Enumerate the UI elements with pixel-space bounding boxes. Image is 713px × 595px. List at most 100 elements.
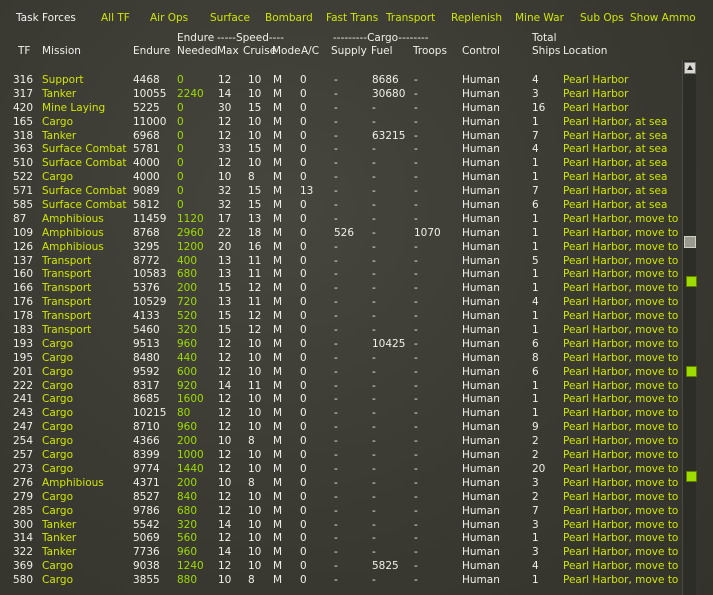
cell-mission[interactable]: Amphibious — [42, 241, 132, 253]
table-row[interactable]: 300 Tanker 5542 320 14 10 M 0 - - - Human 3 Pearl Har… — [0, 519, 682, 533]
table-row[interactable]: 166 Transport 5376 200 15 12 M 0 - - - Human 1 Pearl … — [0, 282, 682, 296]
cell-mission[interactable]: Surface Combat — [42, 185, 132, 197]
table-row[interactable]: 285 Cargo 9786 680 12 10 M 0 - - - Human 7 Pearl Harb… — [0, 505, 682, 519]
cell-location[interactable]: Pearl Harbor, move to — [563, 505, 678, 517]
table-row[interactable]: 363 Surface Combat 5781 0 33 15 M 0 - - - Human 4 Pea… — [0, 143, 682, 157]
cell-location[interactable]: Pearl Harbor, move to — [563, 463, 678, 475]
table-row[interactable]: 160 Transport 10583 680 13 11 M 0 - - - Human 1 Pearl… — [0, 268, 682, 282]
cell-mission[interactable]: Cargo — [42, 171, 132, 183]
menu-air-ops[interactable]: Air Ops — [150, 12, 188, 24]
cell-mission[interactable]: Cargo — [42, 560, 132, 572]
cell-mission[interactable]: Amphibious — [42, 227, 132, 239]
table-row[interactable]: 176 Transport 10529 720 13 11 M 0 - - - Human 4 Pearl… — [0, 296, 682, 310]
cell-mission[interactable]: Cargo — [42, 505, 132, 517]
table-row[interactable]: 322 Tanker 7736 960 14 10 M 0 - - - Human 3 Pearl Har… — [0, 546, 682, 560]
menu-show-ammo[interactable]: Show Ammo — [630, 12, 696, 24]
cell-location[interactable]: Pearl Harbor, move to — [563, 366, 678, 378]
cell-mission[interactable]: Cargo — [42, 116, 132, 128]
table-row[interactable]: 273 Cargo 9774 1440 12 10 M 0 - - - Human 20 Pearl Ha… — [0, 463, 682, 477]
cell-mission[interactable]: Transport — [42, 282, 132, 294]
cell-location[interactable]: Pearl Harbor, move to — [563, 338, 678, 350]
cell-location[interactable]: Pearl Harbor, move to — [563, 393, 678, 405]
table-row[interactable]: 317 Tanker 10055 2240 14 10 M 0-30680- Human 3 Pea… — [0, 88, 682, 102]
cell-location[interactable]: Pearl Harbor, move to — [563, 519, 678, 531]
cell-mission[interactable]: Transport — [42, 255, 132, 267]
table-row[interactable]: 420 Mine Laying 5225 0 30 15 M 0 - - - Human 16 Pearl… — [0, 102, 682, 116]
cell-location[interactable]: Pearl Harbor, at sea — [563, 116, 678, 128]
cell-location[interactable]: Pearl Harbor, move to — [563, 407, 678, 419]
cell-location[interactable]: Pearl Harbor, at sea — [563, 199, 678, 211]
cell-mission[interactable]: Cargo — [42, 574, 132, 586]
header-tf[interactable]: TF — [18, 45, 30, 57]
cell-mission[interactable]: Surface Combat — [42, 143, 132, 155]
cell-mission[interactable]: Amphibious — [42, 213, 132, 225]
cell-location[interactable]: Pearl Harbor, move to — [563, 296, 678, 308]
cell-mission[interactable]: Cargo — [42, 435, 132, 447]
cell-location[interactable]: Pearl Harbor, move to — [563, 574, 678, 586]
cell-mission[interactable]: Transport — [42, 310, 132, 322]
cell-location[interactable]: Pearl Harbor, at sea — [563, 171, 678, 183]
table-row[interactable]: 195 Cargo 8480 440 12 10 M 0 - - - Human 8 Pearl Harb… — [0, 352, 682, 366]
table-row[interactable]: 316 Support 4468 0 12 10 M 0 - 8686 - Human 4 Pearl H… — [0, 74, 682, 88]
cell-location[interactable]: Pearl Harbor, move to — [563, 449, 678, 461]
table-row[interactable]: 585 Surface Combat 5812 0 32 15 M 0 - - - Human 6 Pea… — [0, 199, 682, 213]
cell-mission[interactable]: Mine Laying — [42, 102, 132, 114]
header-troops[interactable]: Troops — [413, 45, 447, 57]
menu-all-tf[interactable]: All TF — [101, 12, 130, 24]
table-row[interactable]: 126 Amphibious 3295 1200 20 16 M 0 - - - Human 1 Pear… — [0, 241, 682, 255]
header-ac[interactable]: A/C — [301, 45, 319, 57]
cell-location[interactable]: Pearl Harbor, move to — [563, 380, 678, 392]
cell-location[interactable]: Pearl Harbor, move to — [563, 435, 678, 447]
cell-mission[interactable]: Tanker — [42, 88, 132, 100]
cell-location[interactable]: Pearl Harbor, move to — [563, 282, 678, 294]
cell-location[interactable]: Pearl Harbor — [563, 102, 678, 114]
menu-surface[interactable]: Surface — [210, 12, 250, 24]
table-row[interactable]: 369 Cargo 9038 1240 12 10 M 0 - 5825 - Human 4 Pearl … — [0, 560, 682, 574]
table-row[interactable]: 510 Surface Combat 4000 0 12 10 M 0 - - - Human 1 Pea… — [0, 157, 682, 171]
table-row[interactable]: 571 Surface Combat 9089 0 32 15 M 13 - - - Human 7 Pe… — [0, 185, 682, 199]
cell-location[interactable]: Pearl Harbor, at sea — [563, 143, 678, 155]
table-row[interactable]: 318 Tanker 6968 0 12 10 M 0-63215- Human 7 Pearl H… — [0, 130, 682, 144]
header-supply[interactable]: Supply — [331, 45, 367, 57]
cell-location[interactable]: Pearl Harbor, move to — [563, 477, 678, 489]
cell-mission[interactable]: Cargo — [42, 421, 132, 433]
table-row[interactable]: 522 Cargo 4000 0 10 8 M 0 - - - Human 1 Pearl Harbor,… — [0, 171, 682, 185]
table-row[interactable]: 222 Cargo 8317 920 14 11 M 0 - - - Human 1 Pearl Harb… — [0, 380, 682, 394]
header-needed[interactable]: Needed — [177, 45, 218, 57]
menu-bombard[interactable]: Bombard — [265, 12, 313, 24]
table-row[interactable]: 178 Transport 4133 520 15 12 M 0 - - - Human 1 Pearl … — [0, 310, 682, 324]
cell-location[interactable]: Pearl Harbor, move to — [563, 421, 678, 433]
cell-location[interactable]: Pearl Harbor, move to — [563, 560, 678, 572]
cell-location[interactable]: Pearl Harbor, move to — [563, 324, 678, 336]
table-row[interactable]: 580 Cargo 3855 880 10 8 M 0 - - - Human 1 Pearl Harbo… — [0, 574, 682, 588]
cell-mission[interactable]: Amphibious — [42, 477, 132, 489]
cell-mission[interactable]: Cargo — [42, 407, 132, 419]
cell-location[interactable]: Pearl Harbor — [563, 88, 678, 100]
cell-location[interactable]: Pearl Harbor, move to — [563, 255, 678, 267]
menu-mine-war[interactable]: Mine War — [515, 12, 564, 24]
table-row[interactable]: 257 Cargo 8399 1000 12 10 M 0 - - - Human 2 Pearl Har… — [0, 449, 682, 463]
cell-mission[interactable]: Surface Combat — [42, 199, 132, 211]
table-row[interactable]: 183 Transport 5460 320 15 12 M 0 - - - Human 1 Pearl … — [0, 324, 682, 338]
table-row[interactable]: 193 Cargo 9513 960 12 10 M 0-10425- Human 6 Pearl … — [0, 338, 682, 352]
table-row[interactable]: 137 Transport 8772 400 13 11 M 0 - - - Human 5 Pearl … — [0, 255, 682, 269]
table-row[interactable]: 254 Cargo 4366 200 10 8 M 0 - - - Human 2 Pearl Harbo… — [0, 435, 682, 449]
cell-mission[interactable]: Transport — [42, 296, 132, 308]
menu-sub-ops[interactable]: Sub Ops — [580, 12, 624, 24]
header-fuel[interactable]: Fuel — [371, 45, 393, 57]
cell-mission[interactable]: Cargo — [42, 380, 132, 392]
header-mode[interactable]: Mode — [272, 45, 301, 57]
table-row[interactable]: 314 Tanker 5069 560 12 10 M 0 - - - Human 1 Pearl Har… — [0, 532, 682, 546]
cell-mission[interactable]: Tanker — [42, 532, 132, 544]
table-row[interactable]: 201 Cargo 9592 600 12 10 M 0 - - - Human 6 Pearl Harb… — [0, 366, 682, 380]
header-ships[interactable]: Ships — [532, 45, 560, 57]
cell-mission[interactable]: Cargo — [42, 352, 132, 364]
menu-transport[interactable]: Transport — [386, 12, 435, 24]
cell-mission[interactable]: Cargo — [42, 338, 132, 350]
cell-location[interactable]: Pearl Harbor, move to — [563, 352, 678, 364]
header-mission[interactable]: Mission — [42, 45, 81, 57]
cell-mission[interactable]: Cargo — [42, 393, 132, 405]
cell-mission[interactable]: Tanker — [42, 519, 132, 531]
cell-mission[interactable]: Transport — [42, 268, 132, 280]
header-endure[interactable]: Endure — [133, 45, 170, 57]
